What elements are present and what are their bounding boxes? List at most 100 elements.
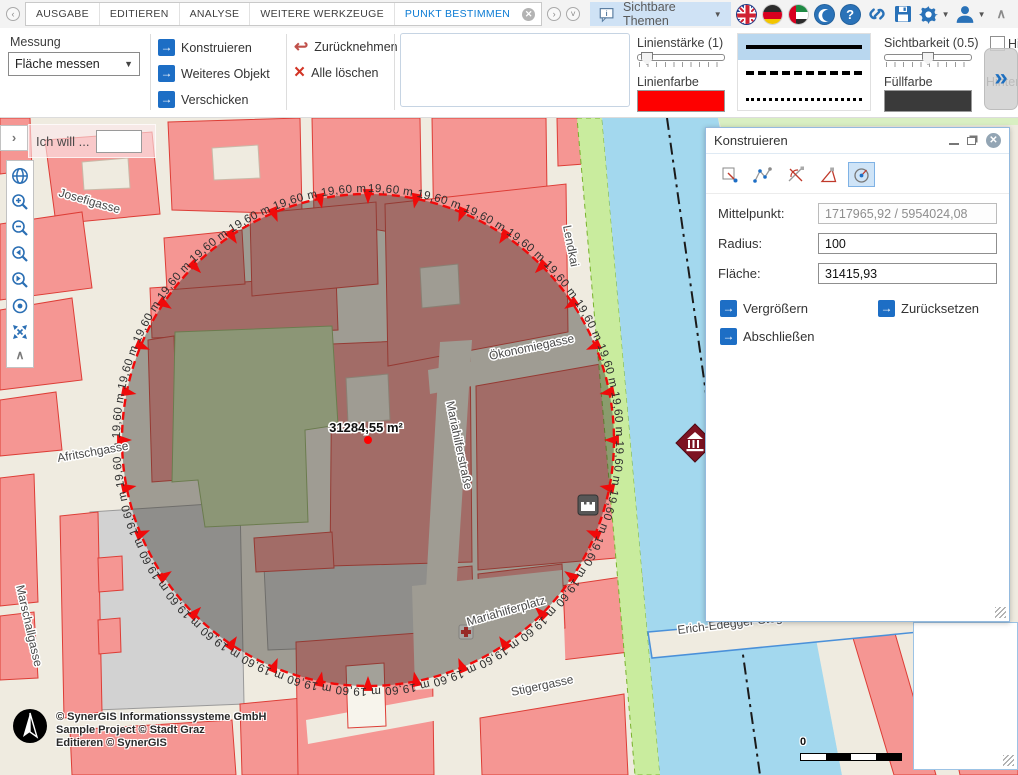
area-field-input[interactable]	[818, 263, 997, 284]
tab-analyse[interactable]: ANALYSE	[180, 3, 251, 25]
zoom-next-button[interactable]	[7, 267, 33, 293]
settings-caret-icon[interactable]: ▼	[942, 10, 950, 19]
visibility-label: Sichtbarkeit (0.5)	[884, 36, 978, 50]
undo-button[interactable]: ↩ Zurücknehmen	[294, 39, 398, 55]
overview-globe-button[interactable]	[7, 163, 33, 189]
tab-ausgabe[interactable]: AUSGABE	[26, 3, 100, 25]
delete-all-label: Alle löschen	[311, 66, 378, 80]
tabs-scroll-left-icon[interactable]: ‹	[6, 7, 20, 21]
send-button[interactable]: → Verschicken	[158, 91, 248, 108]
line-width-slider[interactable]	[637, 52, 725, 70]
flag-uk-glyph	[737, 5, 757, 25]
minimize-icon[interactable]	[949, 136, 959, 145]
visible-themes-dropdown[interactable]: i Sichtbare Themen ▼	[590, 2, 731, 26]
construct-triangle-tool[interactable]	[815, 162, 842, 187]
copyright-line: Sample Project © Stadt Graz	[56, 724, 266, 737]
dotted-line-sample	[746, 98, 862, 101]
center-field-label: Mittelpunkt:	[718, 206, 818, 221]
collapse-ribbon-icon[interactable]: ∧	[996, 6, 1006, 22]
construct-panel: Konstruieren ✕	[705, 127, 1010, 622]
line-style-dotted[interactable]	[738, 86, 870, 112]
another-object-label: Weiteres Objekt	[181, 67, 270, 81]
crescent-language-icon[interactable]	[814, 4, 835, 25]
arrow-right-icon: →	[720, 328, 737, 345]
empty-result-listbox[interactable]	[400, 33, 630, 107]
panel-header[interactable]: Konstruieren ✕	[706, 128, 1009, 154]
flag-uae-glyph	[789, 5, 809, 25]
measure-mode-select[interactable]: Fläche messen ▼	[8, 52, 140, 76]
center-map-button[interactable]	[7, 293, 33, 319]
reset-label: Zurücksetzen	[901, 301, 979, 316]
flag-germany-icon[interactable]	[762, 4, 783, 25]
map-copyright: © SynerGIS Informationssysteme GmbHSampl…	[56, 711, 266, 750]
scale-segment	[876, 754, 901, 760]
copyright-line: Editieren © SynerGIS	[56, 737, 266, 750]
i-want-to-widget[interactable]: Ich will ...	[28, 124, 156, 158]
toolbar-collapse-button[interactable]: ∧	[7, 345, 33, 365]
ribbon: Messung Fläche messen ▼ → Konstruieren →…	[0, 28, 1018, 118]
construct-angle-tool[interactable]	[782, 162, 809, 187]
line-style-dashed[interactable]	[738, 60, 870, 86]
enlarge-button[interactable]: → Vergrößern	[720, 300, 808, 317]
help-icon[interactable]: ?	[840, 4, 861, 25]
send-label: Verschicken	[181, 93, 248, 107]
fill-color-label: Füllfarbe	[884, 75, 933, 89]
red-x-icon: ×	[294, 65, 305, 81]
construct-point-tool[interactable]	[716, 162, 743, 187]
restore-window-icon[interactable]	[967, 137, 976, 145]
i-want-to-label: Ich will ...	[36, 134, 89, 149]
ribbon-expand-button[interactable]: »	[984, 48, 1018, 110]
close-icon[interactable]: ✕	[986, 133, 1001, 148]
settings-gear-icon[interactable]	[918, 4, 939, 25]
construct-button[interactable]: → Konstruieren	[158, 39, 252, 56]
construct-circle-tool[interactable]	[848, 162, 875, 187]
tab-strip: AUSGABE EDITIEREN ANALYSE WEITERE WERKZE…	[25, 2, 542, 26]
another-object-button[interactable]: → Weiteres Objekt	[158, 65, 270, 82]
finish-button[interactable]: → Abschließen	[720, 328, 815, 345]
radius-field-input[interactable]	[818, 233, 997, 254]
sidebar-expand-button[interactable]: ›	[0, 125, 28, 151]
measurement-circle[interactable]: 19,60 m 19,60 m 19,60 m 19,60 m 19,60 m …	[111, 183, 625, 697]
reset-button[interactable]: → Zurücksetzen	[878, 300, 979, 317]
area-field-label: Fläche:	[718, 266, 818, 281]
zoom-in-button[interactable]	[7, 189, 33, 215]
scale-segment	[801, 754, 826, 760]
visible-themes-label: Sichtbare Themen	[623, 0, 709, 28]
tab-punkt-bestimmen[interactable]: PUNKT BESTIMMEN	[395, 3, 520, 25]
arrow-right-icon: →	[878, 300, 895, 317]
share-link-icon[interactable]	[866, 3, 888, 25]
measured-area-label: 31284,55 m²	[329, 420, 403, 435]
full-extent-button[interactable]	[7, 319, 33, 345]
delete-all-button[interactable]: × Alle löschen	[294, 65, 379, 81]
select-caret-icon: ▼	[124, 59, 133, 69]
line-color-swatch[interactable]	[637, 90, 725, 112]
tab-close-icon[interactable]: ✕	[522, 8, 535, 21]
line-style-solid[interactable]	[738, 34, 870, 60]
zoom-previous-button[interactable]	[7, 241, 33, 267]
tabs-overflow-icon[interactable]: ˅	[566, 7, 580, 21]
map-toolbar: ∧	[6, 160, 34, 368]
panel-buttons: → Vergrößern → Zurücksetzen → Abschließe…	[706, 294, 1009, 364]
panel-title: Konstruieren	[714, 133, 788, 148]
panel-resize-grip[interactable]	[995, 607, 1006, 618]
center-field-row: Mittelpunkt:	[718, 203, 997, 224]
construct-label: Konstruieren	[181, 41, 252, 55]
scale-bar: 0	[800, 732, 902, 761]
panel-resize-grip[interactable]	[1003, 755, 1014, 766]
user-account-icon[interactable]	[955, 4, 975, 24]
i-want-to-input[interactable]	[96, 130, 142, 153]
undo-label: Zurücknehmen	[314, 40, 397, 54]
tab-editieren[interactable]: EDITIEREN	[100, 3, 180, 25]
zoom-out-button[interactable]	[7, 215, 33, 241]
construct-line-tool[interactable]	[749, 162, 776, 187]
chevron-down-icon: ▼	[714, 10, 722, 19]
tabs-scroll-right-icon[interactable]: ›	[547, 7, 561, 21]
flag-uk-icon[interactable]	[736, 4, 757, 25]
tab-weitere-werkzeuge[interactable]: WEITERE WERKZEUGE	[250, 3, 395, 25]
save-icon[interactable]	[893, 4, 913, 24]
visibility-slider[interactable]	[884, 52, 972, 70]
fill-color-swatch[interactable]	[884, 90, 972, 112]
castle-marker-icon	[578, 495, 598, 515]
user-caret-icon[interactable]: ▼	[978, 10, 986, 19]
flag-uae-icon[interactable]	[788, 4, 809, 25]
